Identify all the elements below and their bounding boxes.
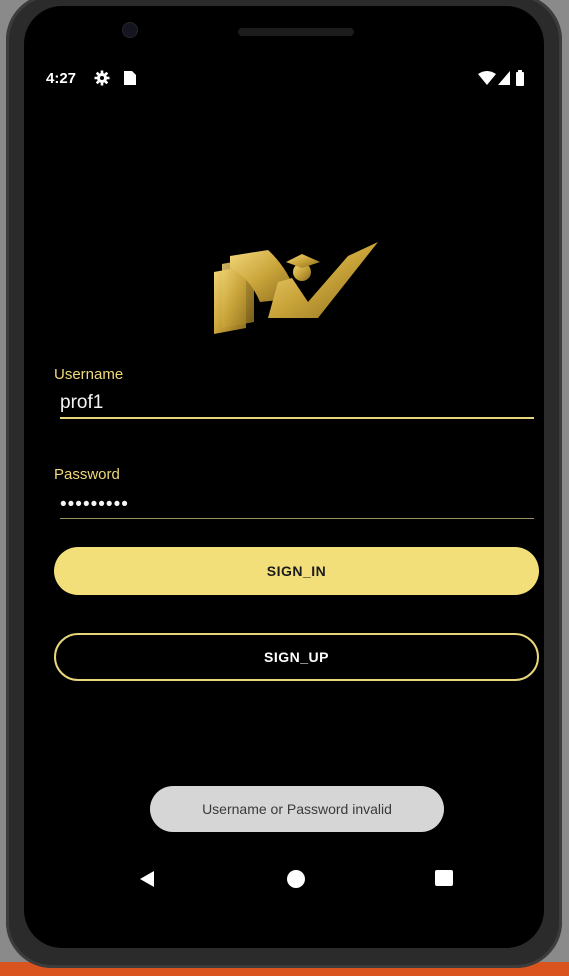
gear-icon: [94, 70, 110, 86]
password-input[interactable]: •••••••••: [60, 494, 129, 516]
app-logo: [214, 242, 378, 334]
battery-icon: [516, 70, 524, 86]
password-underline: [60, 518, 534, 519]
sim-card-icon: [124, 71, 136, 85]
username-input[interactable]: prof1: [60, 392, 103, 414]
password-label: Password: [54, 466, 120, 483]
sign-in-button[interactable]: SIGN_IN: [54, 547, 539, 595]
sign-up-button[interactable]: SIGN_UP: [54, 633, 539, 681]
earpiece-speaker: [238, 28, 354, 36]
username-underline: [60, 417, 534, 419]
app-screen: 4:27 Username prof1 Password ••••••••• S…: [24, 6, 544, 948]
home-icon[interactable]: [287, 870, 305, 888]
navigation-bar: [24, 858, 544, 898]
cell-signal-icon: [498, 71, 510, 85]
wifi-icon: [478, 71, 496, 85]
recents-icon[interactable]: [435, 870, 453, 886]
status-bar: 4:27: [46, 68, 526, 90]
username-label: Username: [54, 366, 124, 383]
error-toast: Username or Password invalid: [150, 786, 444, 832]
back-icon[interactable]: [138, 870, 156, 888]
front-camera: [122, 22, 138, 38]
status-time: 4:27: [46, 70, 77, 87]
phone-frame: 4:27 Username prof1 Password ••••••••• S…: [6, 0, 562, 968]
